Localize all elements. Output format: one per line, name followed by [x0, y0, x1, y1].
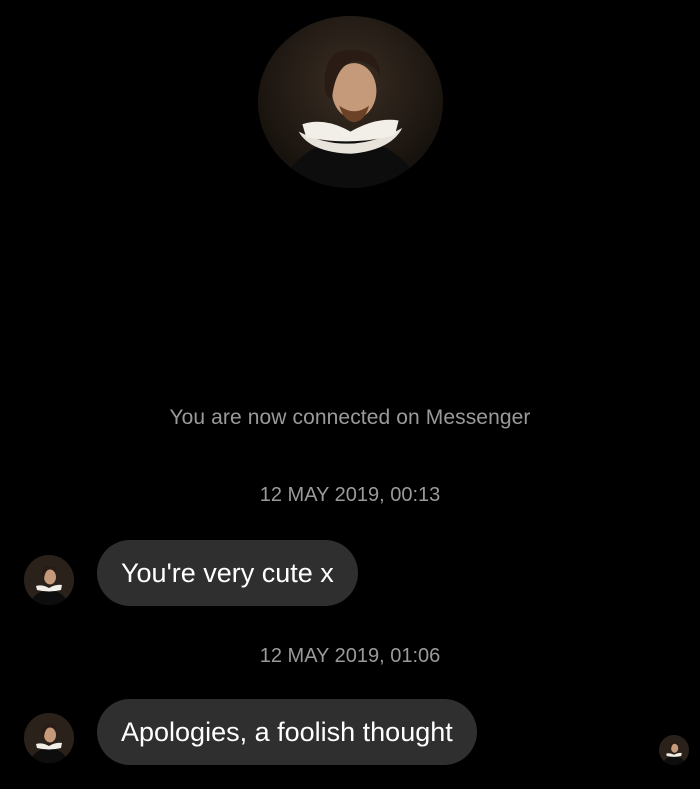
profile-avatar[interactable]: [258, 16, 443, 188]
message-bubble[interactable]: You're very cute x: [97, 540, 358, 606]
seen-avatar-icon: [659, 735, 689, 765]
portrait-avatar-icon: [258, 16, 443, 188]
message-timestamp: 12 MAY 2019, 01:06: [259, 645, 441, 667]
message-bubble[interactable]: Apologies, a foolish thought: [97, 699, 477, 765]
seen-indicator: [659, 735, 689, 765]
sender-avatar[interactable]: [24, 713, 74, 763]
portrait-avatar-icon: [24, 555, 74, 605]
sender-avatar[interactable]: [24, 555, 74, 605]
portrait-avatar-icon: [24, 713, 74, 763]
connected-notice: You are now connected on Messenger: [169, 406, 531, 429]
message-timestamp: 12 MAY 2019, 00:13: [259, 484, 441, 506]
